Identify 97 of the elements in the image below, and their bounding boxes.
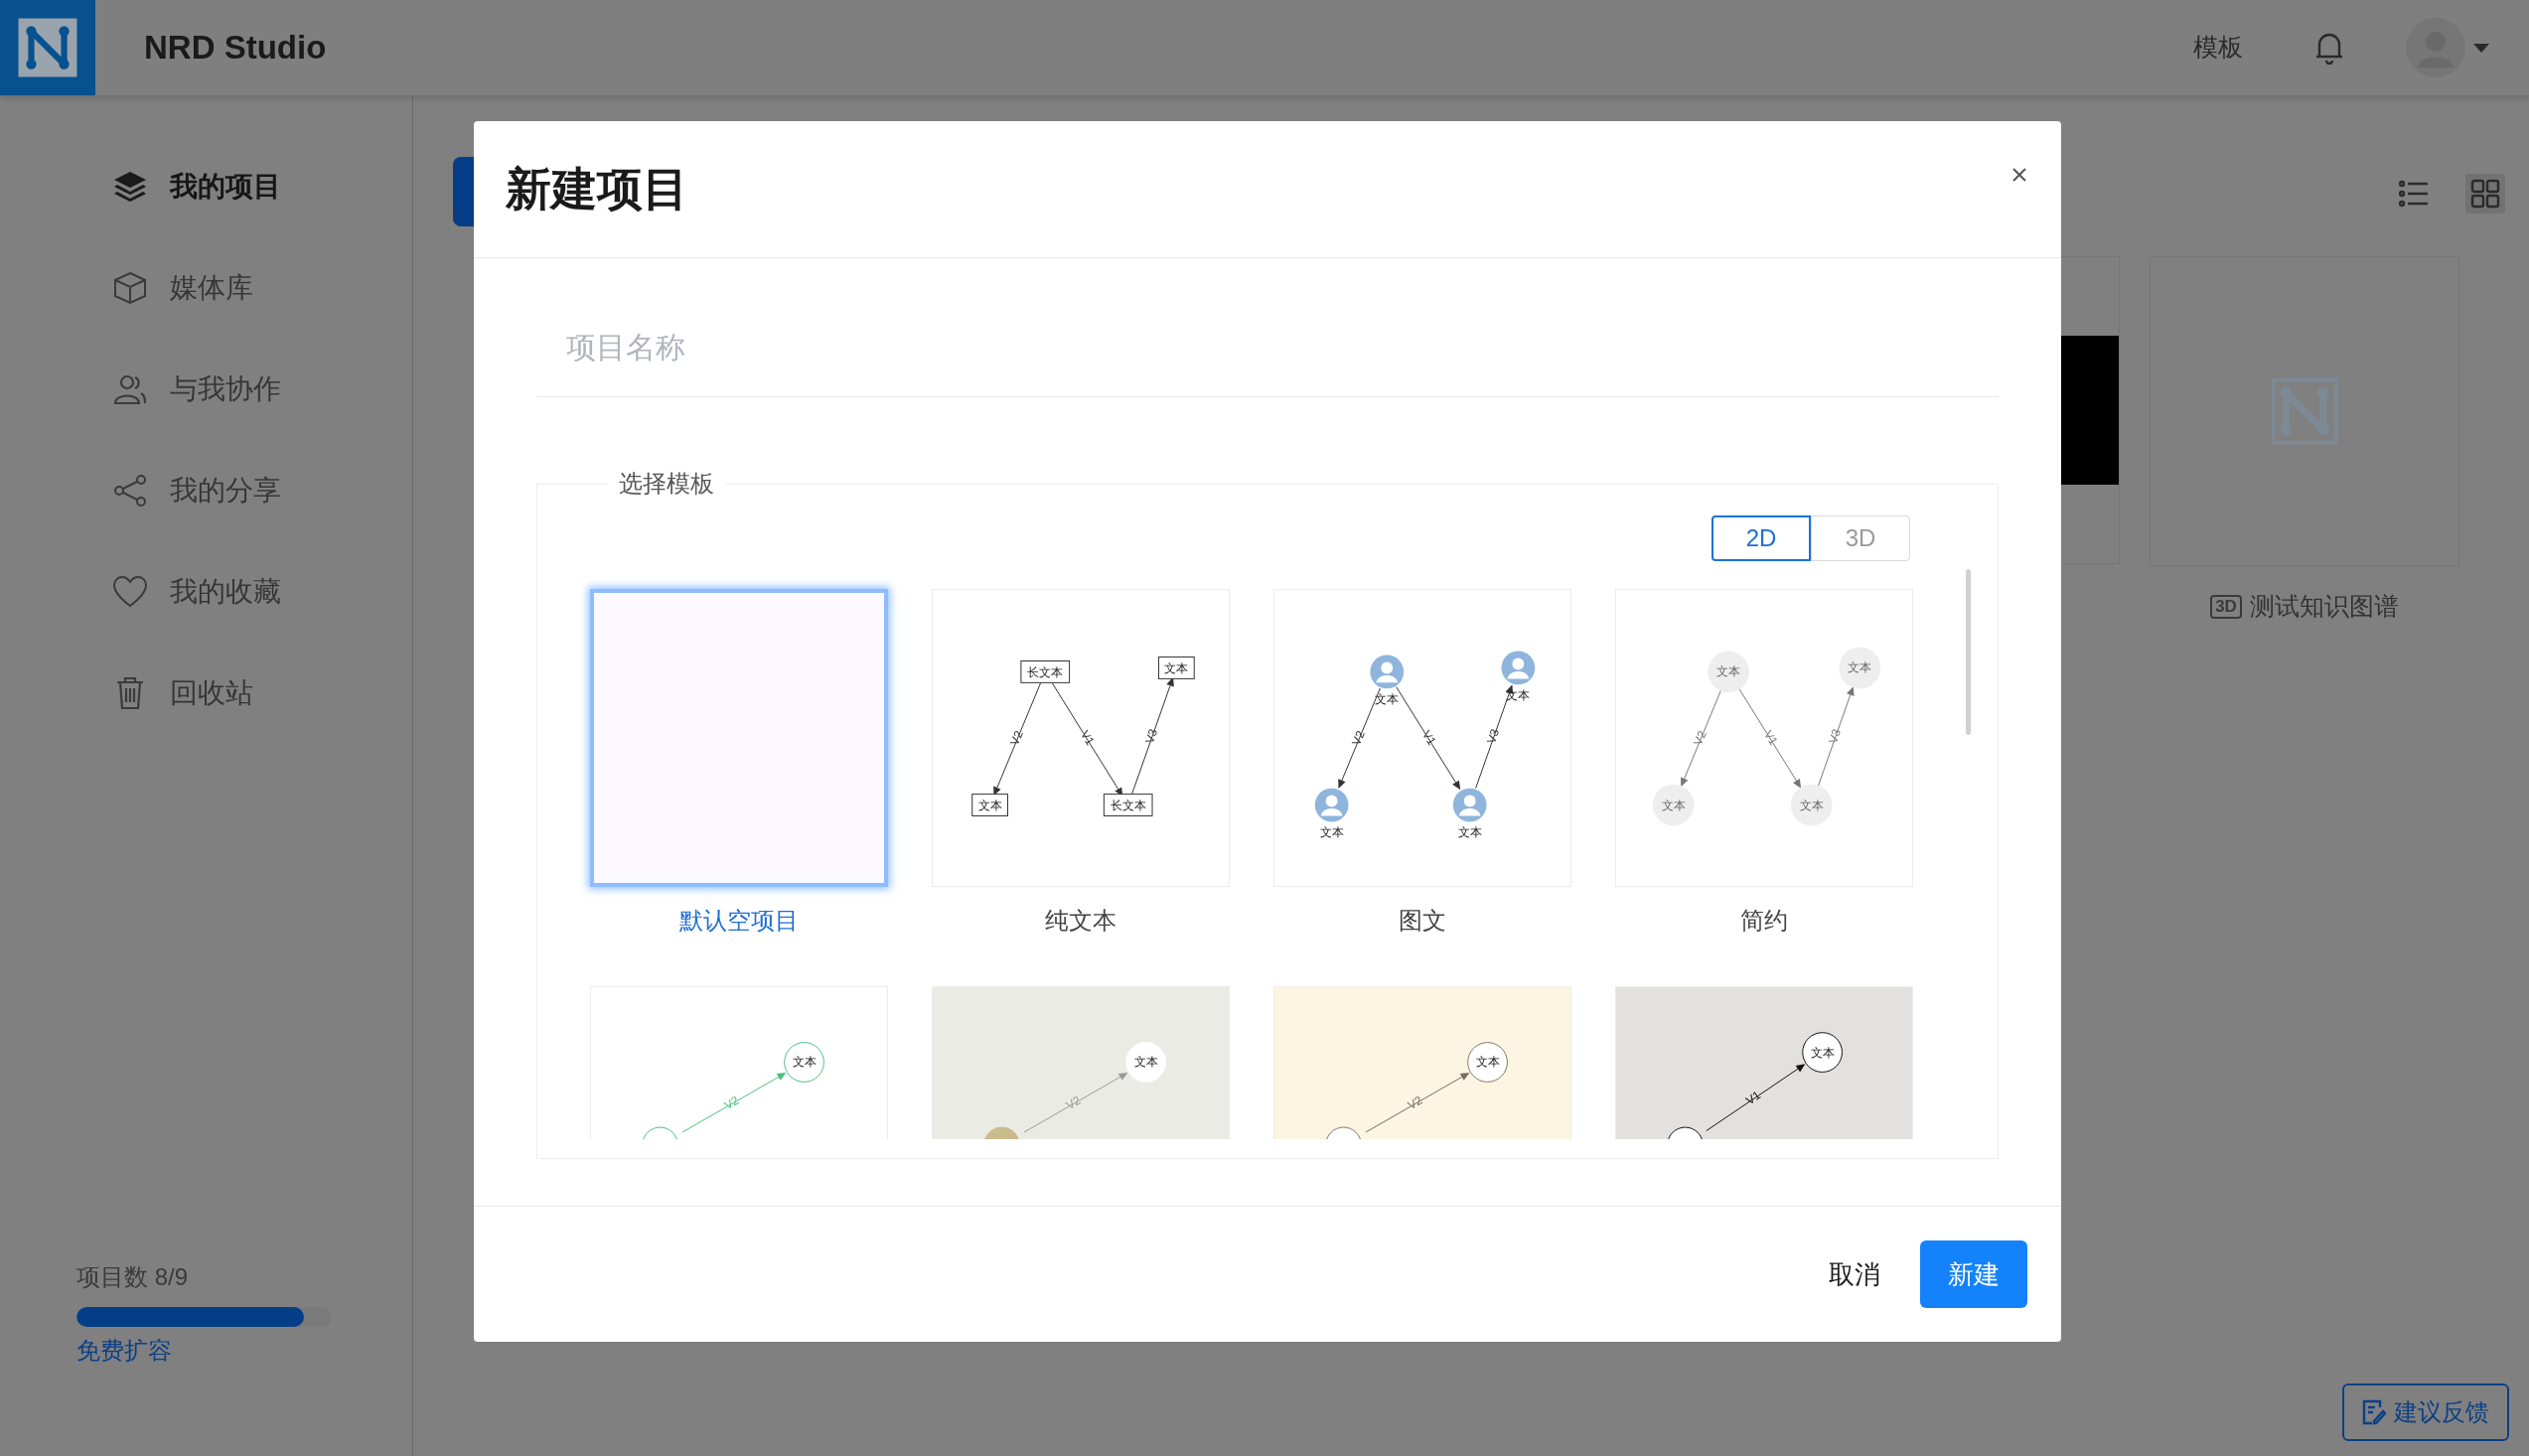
dimension-tab[interactable]: 3D <box>1811 515 1910 561</box>
node-label: 文本 <box>1457 825 1482 840</box>
logo-icon <box>17 17 78 78</box>
template-card[interactable]: V2 V1 V3 文本 文本 文本 文本 <box>1615 589 1913 887</box>
node-circle <box>1125 1042 1166 1083</box>
template-card[interactable]: V2 V1 V3 长文本 文本 文本 长文本 <box>932 589 1230 887</box>
edge-label: V2 <box>1007 728 1026 748</box>
node-circle <box>1790 784 1833 826</box>
node-label: 长文本 <box>1110 799 1146 813</box>
project-title: 测试知识图谱 <box>2249 591 2399 622</box>
trash-icon <box>115 676 145 710</box>
node-label: 文本 <box>977 799 1002 813</box>
node-label: 文本 <box>1133 1055 1158 1070</box>
sidebar-label: 我的项目 <box>170 170 281 204</box>
sidebar-item[interactable]: 我的分享 <box>0 440 412 541</box>
edge-label: V3 <box>1826 726 1845 746</box>
node-circle <box>1652 784 1695 826</box>
person-node-icon <box>1452 788 1487 822</box>
cancel-button[interactable]: 取消 <box>1817 1240 1892 1308</box>
layers-icon <box>113 171 147 203</box>
node-circle <box>784 1042 824 1083</box>
close-icon[interactable] <box>2011 166 2027 183</box>
template-label: 图文 <box>1399 906 1446 936</box>
sidebar-item[interactable]: 我的项目 <box>0 136 412 237</box>
person-node-icon <box>1501 651 1536 685</box>
bell-icon[interactable] <box>2314 31 2344 65</box>
users-icon <box>113 373 147 405</box>
cube-icon <box>113 271 147 305</box>
node-circle <box>1802 1032 1843 1073</box>
dialog-title: 新建项目 <box>506 162 688 217</box>
node-label: 长文本 <box>1027 665 1064 680</box>
node-label: 文本 <box>1506 688 1531 703</box>
node-box <box>1157 656 1195 679</box>
sidebar-label: 我的收藏 <box>170 575 281 609</box>
person-node-icon <box>1370 655 1405 689</box>
project-count: 项目数 8/9 <box>76 1262 190 1292</box>
scrollbar[interactable] <box>1966 569 1971 735</box>
upgrade-link[interactable]: 免费扩容 <box>76 1333 412 1369</box>
node-circle <box>1708 651 1750 693</box>
node-circle <box>1839 647 1881 689</box>
node-label: 文本 <box>1164 661 1189 676</box>
node-box <box>1020 660 1071 683</box>
node-label: 文本 <box>1716 664 1741 679</box>
edge-label: V2 <box>1691 728 1710 748</box>
sidebar-item[interactable]: 与我协作 <box>0 339 412 440</box>
share-icon <box>113 474 147 508</box>
edit-icon <box>2362 1399 2386 1425</box>
node-label: 文本 <box>1661 798 1686 812</box>
template-label: 默认空项目 <box>679 906 799 936</box>
templates-link[interactable]: 模板 <box>2193 29 2243 67</box>
person-node-icon <box>1314 788 1349 822</box>
template-card[interactable]: V2 文本 <box>932 986 1230 1139</box>
node-label: 文本 <box>1848 660 1872 675</box>
template-label: 纯文本 <box>1045 906 1116 936</box>
edge-label: V2 <box>721 1092 742 1113</box>
edge-label: V3 <box>1142 726 1161 746</box>
edge-label: V3 <box>1484 726 1503 746</box>
sidebar-item[interactable]: 回收站 <box>0 643 412 744</box>
logo-tile[interactable] <box>0 0 95 95</box>
edge-label: V1 <box>1743 1088 1763 1108</box>
node-label: 文本 <box>1475 1055 1500 1070</box>
edge-label: V2 <box>1349 728 1368 748</box>
node-label: 文本 <box>1319 825 1344 840</box>
edge-label: V1 <box>1078 728 1098 748</box>
sidebar-label: 媒体库 <box>170 271 253 305</box>
node-box <box>971 794 1008 816</box>
edge-label: V1 <box>1761 728 1781 748</box>
node-label: 文本 <box>1799 798 1824 812</box>
node-label: 文本 <box>1810 1045 1835 1060</box>
template-card[interactable]: V2 文本 <box>1273 986 1571 1139</box>
template-card[interactable]: V2 文本 <box>590 986 888 1139</box>
node-circle <box>1467 1042 1508 1083</box>
node-box <box>1103 794 1153 816</box>
sidebar-item[interactable]: 媒体库 <box>0 237 412 339</box>
feedback-button[interactable]: 建议反馈 <box>2342 1383 2509 1441</box>
grid-view-icon[interactable] <box>2465 174 2505 214</box>
project-name-field[interactable]: 项目名称 <box>536 298 1999 397</box>
template-card[interactable]: V1 文本 <box>1615 986 1913 1139</box>
node-label: 文本 <box>792 1055 817 1070</box>
caret-icon <box>2473 43 2489 53</box>
template-label: 简约 <box>1740 906 1788 936</box>
dimension-tab[interactable]: 2D <box>1711 515 1811 561</box>
edge-label: V2 <box>1063 1092 1084 1113</box>
heart-icon <box>113 576 147 608</box>
edge-label: V2 <box>1405 1092 1425 1113</box>
create-button[interactable]: 新建 <box>1920 1240 2027 1308</box>
template-card[interactable] <box>590 589 888 887</box>
sidebar-label: 与我协作 <box>170 372 281 406</box>
section-title: 选择模板 <box>618 469 715 499</box>
app-title: NRD Studio <box>144 28 327 69</box>
node-label: 文本 <box>1375 692 1400 707</box>
dimension-badge: 3D <box>2210 594 2242 619</box>
edge-label: V1 <box>1419 728 1439 748</box>
sidebar-item[interactable]: 我的收藏 <box>0 541 412 643</box>
sidebar-label: 回收站 <box>170 676 253 710</box>
sidebar-label: 我的分享 <box>170 474 281 508</box>
template-card[interactable]: V2 V1 V3 文本 文本 文本 文本 <box>1273 589 1571 887</box>
